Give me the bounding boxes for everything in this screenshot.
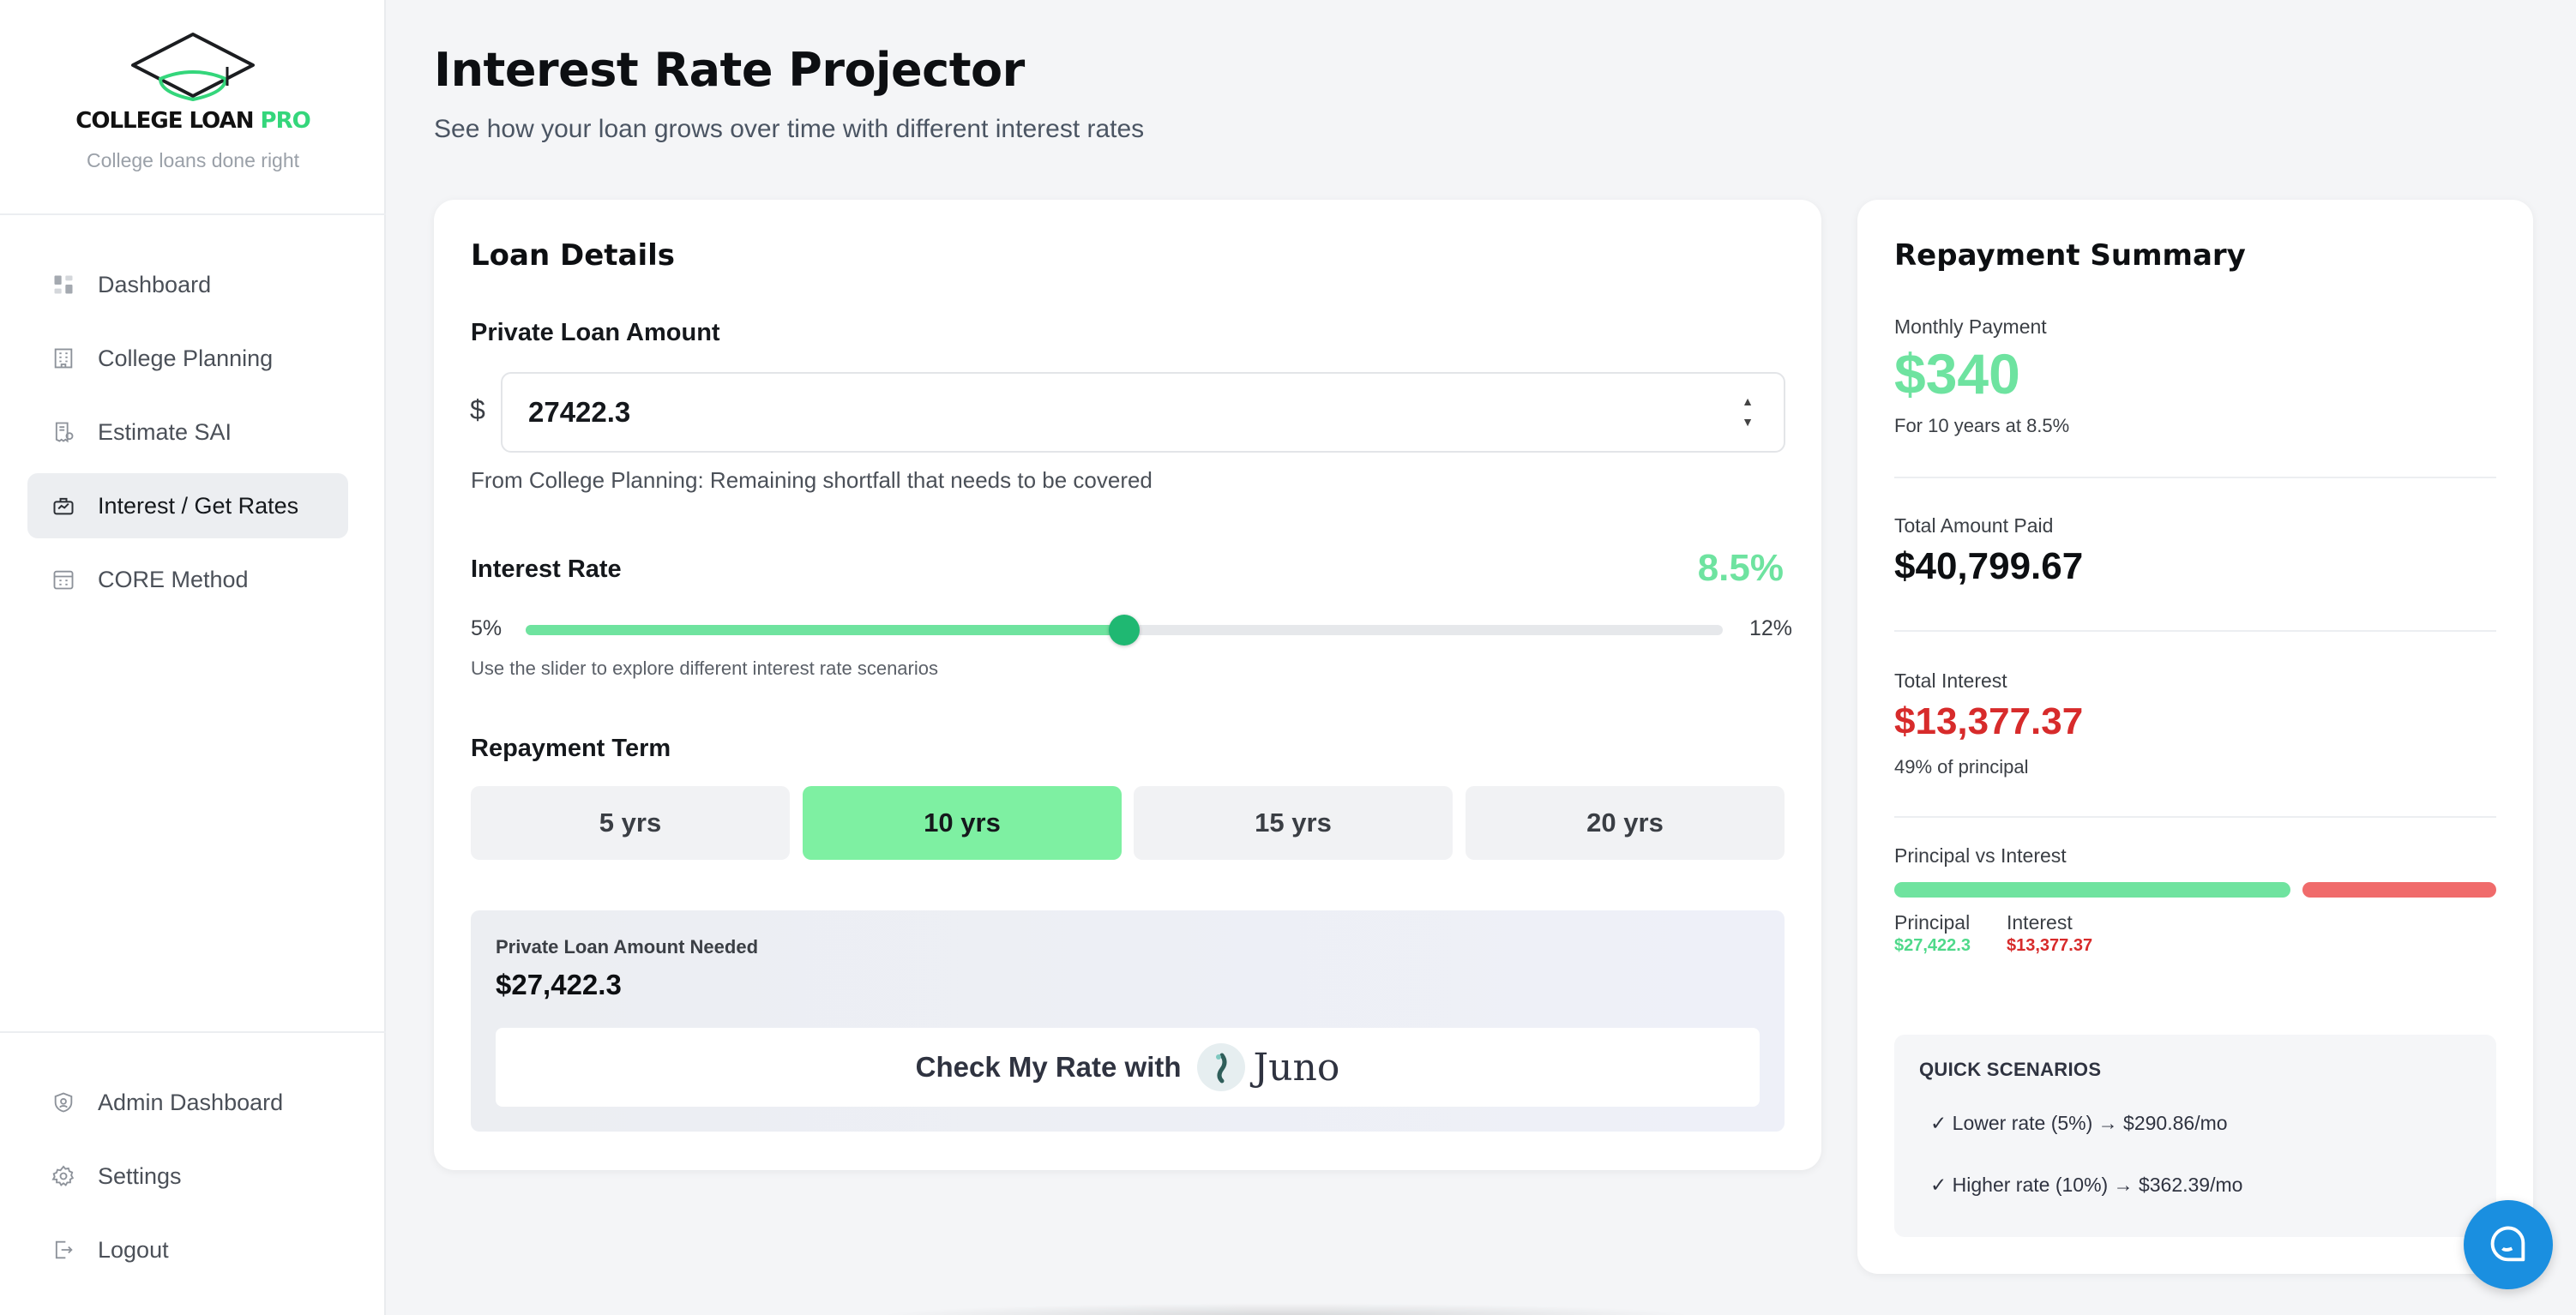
principal-legend-label: Principal [1894,911,1971,934]
loan-amount-hint: From College Planning: Remaining shortfa… [471,467,1153,493]
stepper-up-icon[interactable]: ▲ [1737,391,1758,411]
main-nav: Dashboard College Planning Estimate SAI … [27,252,348,621]
rate-max-label: 12% [1749,616,1793,640]
sidebar-divider [0,213,386,215]
calendar-grid-icon [51,567,75,591]
sidebar: COLLEGE LOAN PRO College loans done righ… [0,0,386,1315]
nav-item-core-method[interactable]: CORE Method [27,547,348,612]
nav-label: Dashboard [98,271,212,297]
total-paid-value: $40,799.67 [1894,545,2084,587]
nav-label: Logout [98,1236,169,1263]
slider-fill [526,625,1124,635]
nav-item-college-planning[interactable]: College Planning [27,326,348,391]
page-subtitle: See how your loan grows over time with d… [434,115,1145,143]
summary-title: Repayment Summary [1894,238,2246,273]
check-rate-text: Check My Rate with [915,1051,1182,1083]
nav-item-logout[interactable]: Logout [27,1217,348,1282]
interest-rate-value: 8.5% [1697,547,1784,589]
monthly-payment-label: Monthly Payment [1894,315,2047,338]
building-icon [51,346,75,370]
total-interest-value: $13,377.37 [1894,700,2084,742]
total-paid-label: Total Amount Paid [1894,514,2054,537]
term-20-yrs-button[interactable]: 20 yrs [1466,786,1785,860]
amount-stepper[interactable]: ▲ ▼ [1737,391,1758,434]
interest-bar [2302,882,2496,898]
rate-min-label: 5% [471,616,503,640]
interest-percent-note: 49% of principal [1894,756,2029,778]
dashboard-icon [51,273,75,297]
principal-bar [1894,882,2290,898]
calculator-receipt-icon [51,420,75,444]
loan-needed-value: $27,422.3 [496,969,622,1000]
total-interest-label: Total Interest [1894,670,2007,692]
rate-hint: Use the slider to explore different inte… [471,658,938,679]
gear-icon [51,1164,75,1188]
page-title: Interest Rate Projector [434,43,1025,97]
scenario-higher-rate: ✓ Higher rate (10%) → $362.39/mo [1930,1174,2243,1196]
interest-rate-label: Interest Rate [471,555,622,583]
summary-divider [1894,477,2496,478]
loan-needed-panel: Private Loan Amount Needed $27,422.3 Che… [471,910,1785,1132]
nav-item-dashboard[interactable]: Dashboard [27,252,348,317]
principal-legend-value: $27,422.3 [1894,936,1971,955]
stepper-down-icon[interactable]: ▼ [1737,411,1758,432]
juno-logo-icon [1196,1043,1245,1091]
check-rate-juno-button[interactable]: Check My Rate with Juno [496,1028,1760,1107]
quick-scenarios-panel: QUICK SCENARIOS ✓ Lower rate (5%) → $290… [1894,1035,2496,1237]
brand-name: COLLEGE LOAN PRO [75,108,310,134]
brand-logo[interactable]: COLLEGE LOAN PRO College loans done righ… [0,26,386,172]
sidebar-divider-bottom [0,1031,386,1033]
monthly-payment-note: For 10 years at 8.5% [1894,415,2070,436]
summary-divider [1894,816,2496,818]
currency-symbol: $ [470,394,485,425]
nav-item-admin-dashboard[interactable]: Admin Dashboard [27,1070,348,1135]
nav-item-settings[interactable]: Settings [27,1144,348,1209]
briefcase-rates-icon [51,494,75,518]
chat-bubble-icon [2490,1226,2525,1262]
juno-wordmark: Juno [1253,1045,1340,1090]
loan-amount-label: Private Loan Amount [471,319,720,346]
loan-details-title: Loan Details [471,238,676,273]
term-15-yrs-button[interactable]: 15 yrs [1134,786,1453,860]
logout-icon [51,1238,75,1262]
nav-label: Estimate SAI [98,418,232,445]
nav-label: College Planning [98,345,274,371]
interest-rate-slider[interactable] [526,615,1723,645]
nav-label: CORE Method [98,566,249,592]
principal-vs-interest-label: Principal vs Interest [1894,844,2067,867]
bottom-shadow [875,1303,1698,1315]
graduation-cap-icon [131,33,255,102]
nav-item-interest-get-rates[interactable]: Interest / Get Rates [27,473,348,538]
term-10-yrs-button[interactable]: 10 yrs [803,786,1122,860]
scenario-lower-rate: ✓ Lower rate (5%) → $290.86/mo [1930,1112,2228,1134]
nav-label: Settings [98,1162,182,1189]
monthly-payment-value: $340 [1894,342,2020,405]
nav-item-estimate-sai[interactable]: Estimate SAI [27,399,348,465]
term-5-yrs-button[interactable]: 5 yrs [471,786,790,860]
brand-tagline: College loans done right [86,149,300,171]
nav-label: Interest / Get Rates [98,492,299,519]
repayment-term-label: Repayment Term [471,735,671,762]
interest-legend-value: $13,377.37 [2007,936,2093,955]
quick-scenarios-title: QUICK SCENARIOS [1919,1059,2102,1080]
summary-divider [1894,630,2496,632]
slider-thumb[interactable] [1109,615,1140,645]
loan-needed-label: Private Loan Amount Needed [496,936,759,958]
bottom-nav: Admin Dashboard Settings Logout [27,1070,348,1291]
shield-icon [51,1090,75,1114]
interest-legend-label: Interest [2007,911,2073,934]
nav-label: Admin Dashboard [98,1089,284,1115]
loan-amount-input[interactable] [501,372,1785,453]
chat-button[interactable] [2464,1200,2553,1289]
